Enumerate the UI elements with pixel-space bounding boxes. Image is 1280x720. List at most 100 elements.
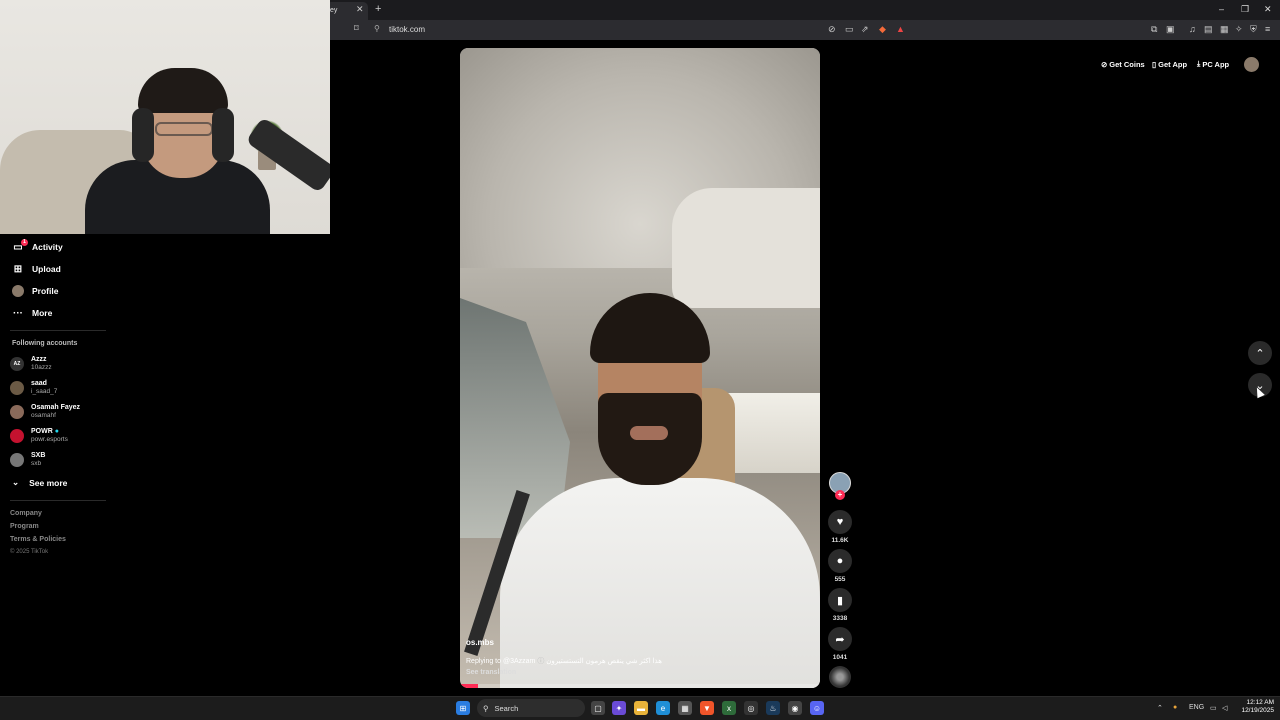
account-name: SXB [31,452,46,459]
avatar [10,405,24,419]
footer-link-company[interactable]: Company [10,510,42,517]
wallet-icon[interactable]: ▦ [1220,24,1229,35]
maximize-button[interactable]: ❐ [1241,4,1249,15]
sidebar-item-more[interactable]: ··· More [12,304,52,322]
network-icon[interactable]: ▭ [1210,704,1217,712]
sidebar-divider [10,500,106,501]
upload-icon: ⊞ [13,263,23,275]
url-text[interactable]: tiktok.com [389,25,425,34]
following-account[interactable]: AZ Azzz 10azzz [10,353,52,375]
brave-shield-icon[interactable]: ◆ [879,24,886,35]
github-icon[interactable]: ◉ [788,701,802,715]
avatar [10,381,24,395]
following-account[interactable]: Osamah Fayez osamahf [10,401,80,423]
car-vent [672,188,820,308]
cast-icon[interactable]: ▭ [845,24,854,35]
clock-date: 12/19/2025 [1241,707,1274,714]
extensions-icon[interactable]: ⧉ [1151,24,1157,35]
excel-icon[interactable]: x [722,701,736,715]
vpn-icon[interactable]: ⛨ [1250,24,1257,35]
brave-icon[interactable]: ▼ [700,701,714,715]
reply-to[interactable]: Replying to @3Azzam [466,658,535,665]
microphone-tray-icon[interactable]: ● [1173,704,1177,711]
account-name: POWR [31,428,53,435]
footer-link-terms[interactable]: Terms & Policies [10,536,66,543]
avatar [10,453,24,467]
pc-app-button[interactable]: ⤓ PC App [1197,58,1229,70]
sidebar-item-label: Activity [32,242,63,252]
following-account[interactable]: saad i_saad_7 [10,377,57,399]
avatar [10,429,24,443]
tray-chevron-icon[interactable]: ⌃ [1157,704,1163,712]
coin-icon: ⊘ [1101,59,1108,69]
chevron-down-icon: ⌄ [12,477,20,487]
footer-link-program[interactable]: Program [10,523,39,530]
file-explorer-icon[interactable]: ▬ [634,701,648,715]
minimize-button[interactable]: – [1219,4,1224,14]
save-button[interactable]: ▮ [828,588,852,612]
steam-icon[interactable]: ♨ [766,701,780,715]
like-button[interactable]: ♥ [828,510,852,534]
following-account[interactable]: POWR ● powr.esports [10,425,68,447]
like-count: 11.6K [831,537,849,544]
sidebar-item-label: Upload [32,264,61,274]
following-account[interactable]: SXB sxb [10,449,45,471]
video-caption: Replying to @3Azzam ⓘ هذا اكثر شي ينقص ه… [466,656,662,666]
account-handle: powr.esports [31,436,68,443]
mute-icon[interactable]: ⊘ [828,24,836,35]
brave-rewards-icon[interactable]: ▲ [896,24,905,34]
see-more-button[interactable]: ⌄ See more [12,477,67,488]
account-handle: 10azzz [31,364,52,371]
following-accounts-heading: Following accounts [12,340,78,347]
previous-video-button[interactable]: ⌃ [1248,341,1272,365]
volume-icon[interactable]: ◁ [1222,704,1227,712]
language-indicator[interactable]: ENG [1189,704,1204,711]
copilot-icon[interactable]: ✦ [612,701,626,715]
share-icon[interactable]: ⇗ [861,24,869,35]
comment-button[interactable]: ● [828,549,852,573]
video-progress-bar[interactable] [460,684,820,688]
see-translation-link[interactable]: See translation [466,669,516,676]
pc-app-label: PC App [1202,59,1230,69]
sidebar-item-label: More [32,308,53,318]
tab-close-icon[interactable]: ✕ [356,4,364,15]
verified-icon: ● [54,428,59,435]
leo-icon[interactable]: ✧ [1235,24,1243,35]
share-button[interactable]: ➦ [828,627,852,651]
obs-icon[interactable]: ◎ [744,701,758,715]
follow-button[interactable]: + [835,490,845,500]
screenshot-icon[interactable]: ▣ [1166,24,1175,35]
site-info-icon[interactable]: ⚲ [374,24,380,33]
sidebar-item-upload[interactable]: ⊞ Upload [12,260,61,278]
taskbar-search[interactable]: ⚲ Search [477,699,585,717]
copyright: © 2025 TikTok [10,549,49,555]
media-icon[interactable]: ♫ [1189,24,1196,34]
sidebar-divider [10,330,106,331]
menu-icon[interactable]: ≡ [1265,24,1270,34]
edge-icon[interactable]: e [656,701,670,715]
music-disc-icon[interactable] [829,666,851,688]
sidebar-toggle-icon[interactable]: ▤ [1204,24,1213,35]
account-name: Osamah Fayez [31,404,81,411]
start-icon[interactable]: ⊞ [456,701,470,715]
video-author[interactable]: os.mbs [466,638,494,647]
taskbar-clock[interactable]: 12:12 AM 12/19/2025 [1234,699,1274,715]
discord-icon[interactable]: ☺ [810,701,824,715]
info-icon: ⓘ [537,658,545,665]
get-coins-button[interactable]: ⊘ Get Coins [1101,58,1145,70]
account-name: saad [31,380,47,387]
search-label: Search [494,703,519,713]
close-window-button[interactable]: ✕ [1264,4,1272,15]
new-tab-icon[interactable]: + [375,3,381,15]
video-player[interactable]: os.mbs Replying to @3Azzam ⓘ هذا اكثر شي… [460,48,820,688]
sidebar-item-profile[interactable]: Profile [12,282,58,300]
phone-icon: ▯ [1152,59,1157,69]
profile-icon [12,285,24,297]
store-icon[interactable]: ▦ [678,701,692,715]
task-view-icon[interactable]: ▢ [591,701,605,715]
get-app-button[interactable]: ▯ Get App [1152,58,1187,70]
user-avatar[interactable] [1244,57,1259,72]
bookmark-icon[interactable]: ⌑ [354,23,359,34]
comment-count: 555 [834,576,846,583]
sidebar-item-activity[interactable]: ▭ 1 Activity [12,238,63,256]
